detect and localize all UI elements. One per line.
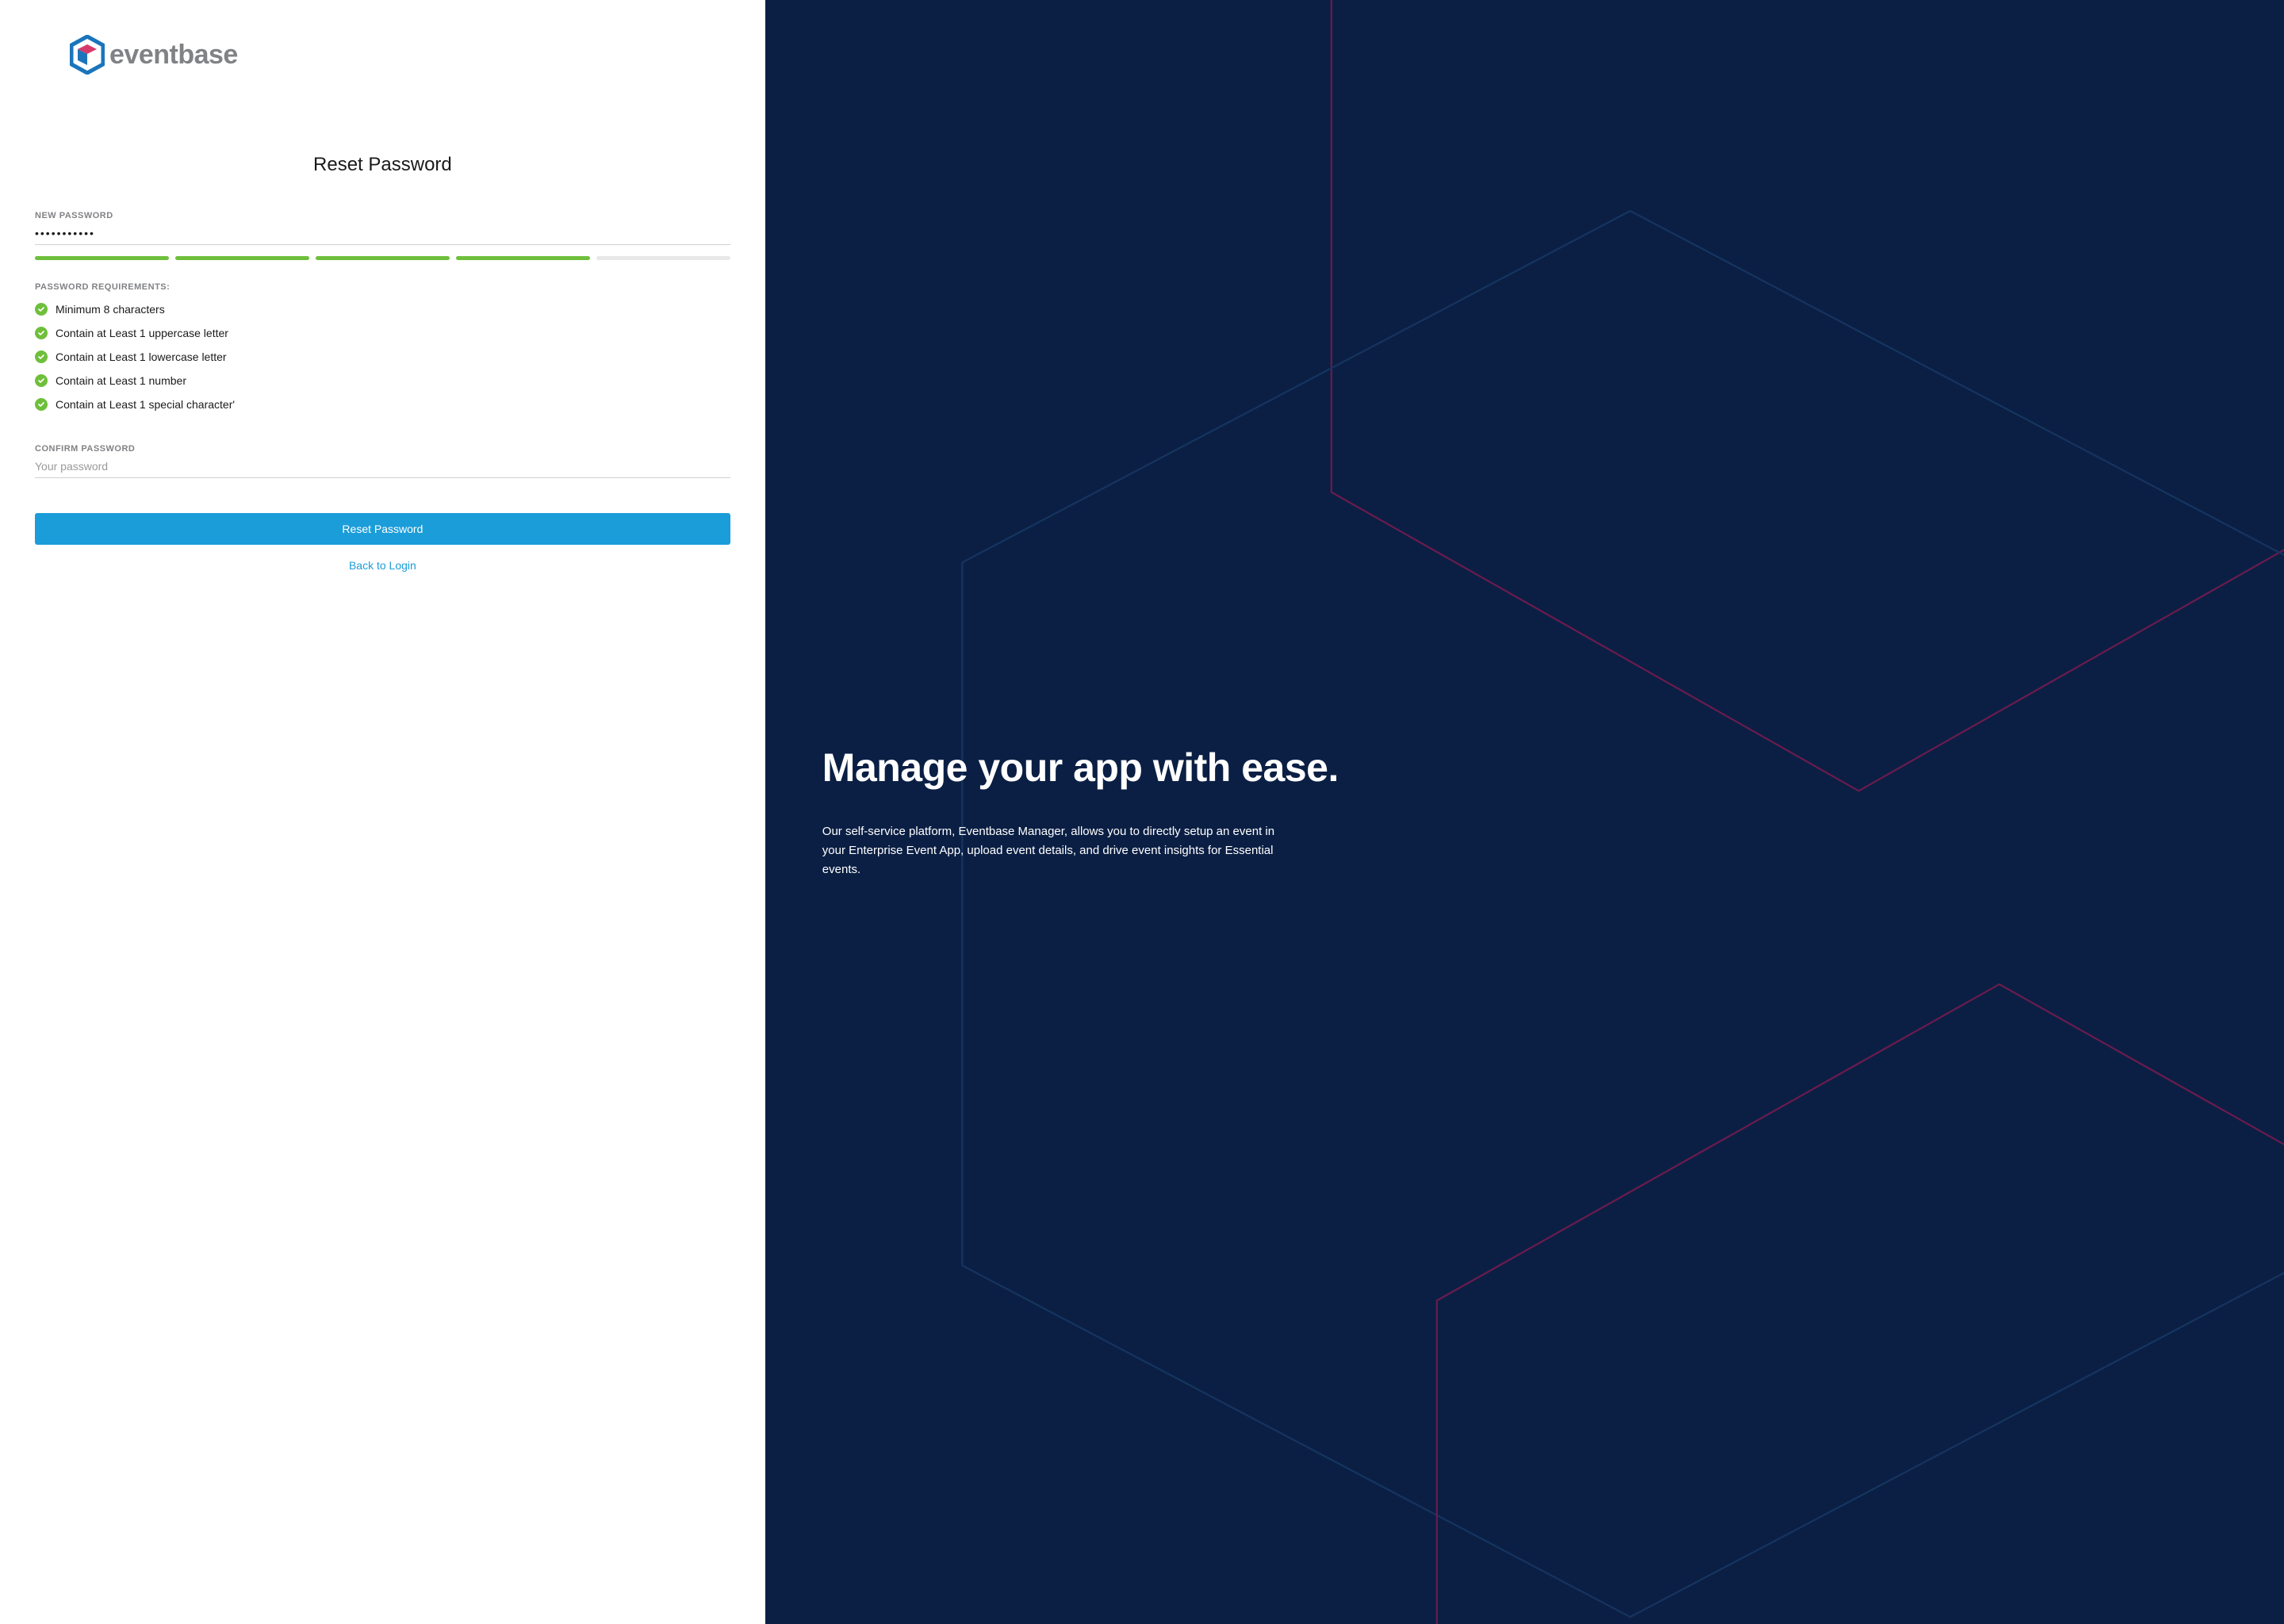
requirement-item: Contain at Least 1 special character': [35, 398, 730, 411]
requirement-text: Contain at Least 1 special character': [56, 398, 235, 411]
strength-segment: [35, 256, 169, 260]
confirm-password-input[interactable]: [35, 457, 730, 478]
brand-name: eventbase: [109, 40, 238, 71]
requirement-text: Contain at Least 1 number: [56, 374, 186, 387]
hero-body: Our self-service platform, Eventbase Man…: [822, 822, 1282, 879]
password-strength-meter: [35, 256, 730, 260]
brand-logo: eventbase: [70, 35, 730, 75]
requirement-text: Contain at Least 1 lowercase letter: [56, 350, 227, 363]
confirm-password-label: CONFIRM PASSWORD: [35, 444, 730, 454]
back-to-login-link[interactable]: Back to Login: [35, 559, 730, 572]
requirement-item: Minimum 8 characters: [35, 303, 730, 316]
new-password-label: NEW PASSWORD: [35, 211, 730, 220]
eventbase-logo-icon: [70, 35, 105, 75]
requirement-item: Contain at Least 1 uppercase letter: [35, 327, 730, 339]
check-icon: [35, 398, 48, 411]
confirm-password-group: CONFIRM PASSWORD: [35, 444, 730, 478]
requirement-text: Minimum 8 characters: [56, 303, 165, 316]
requirements-label: PASSWORD REQUIREMENTS:: [35, 282, 730, 292]
strength-segment: [456, 256, 590, 260]
requirement-item: Contain at Least 1 lowercase letter: [35, 350, 730, 363]
requirement-text: Contain at Least 1 uppercase letter: [56, 327, 228, 339]
reset-password-button[interactable]: Reset Password: [35, 513, 730, 545]
requirements-list: Minimum 8 characters Contain at Least 1 …: [35, 303, 730, 422]
hero-title: Manage your app with ease.: [822, 745, 2227, 791]
check-icon: [35, 327, 48, 339]
requirement-item: Contain at Least 1 number: [35, 374, 730, 387]
strength-segment: [596, 256, 730, 260]
check-icon: [35, 303, 48, 316]
new-password-input[interactable]: [35, 224, 730, 245]
background-hexagons-icon: [765, 0, 2284, 1624]
strength-segment: [175, 256, 309, 260]
strength-segment: [316, 256, 450, 260]
check-icon: [35, 374, 48, 387]
page-title: Reset Password: [35, 154, 730, 176]
new-password-group: NEW PASSWORD: [35, 211, 730, 245]
right-panel: Manage your app with ease. Our self-serv…: [765, 0, 2284, 1624]
check-icon: [35, 350, 48, 363]
left-panel: eventbase Reset Password NEW PASSWORD PA…: [0, 0, 765, 1624]
